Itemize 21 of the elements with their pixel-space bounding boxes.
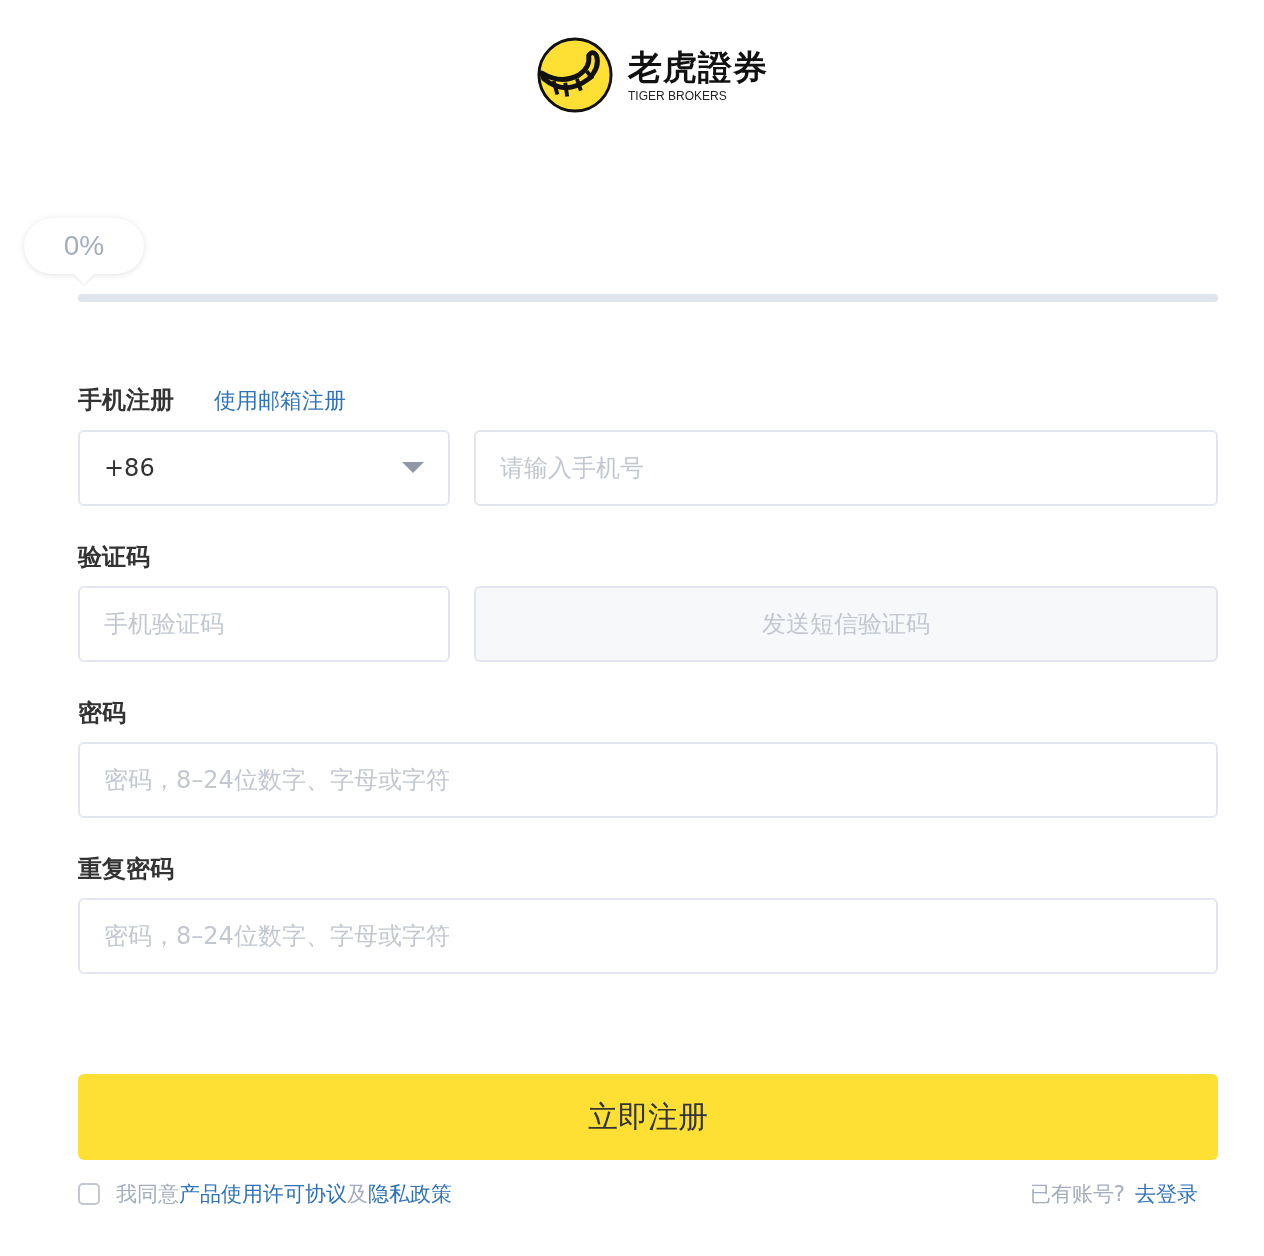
code-input[interactable]: 手机验证码 — [78, 586, 450, 662]
field-label: 密码 — [78, 698, 127, 728]
field-label: 重复密码 — [78, 854, 175, 884]
repeat-password-input[interactable]: 密码，8–24位数字、字母或字符 — [78, 898, 1218, 974]
agreement-checkbox[interactable] — [78, 1183, 100, 1205]
login-link[interactable]: 去登录 — [1135, 1182, 1198, 1206]
caret-icon — [402, 462, 424, 474]
brand-name: 老虎證券 — [628, 47, 768, 87]
field-label: 验证码 — [78, 542, 151, 572]
brand-subtitle: TIGER BROKERS — [628, 89, 728, 103]
password-input[interactable]: 密码，8–24位数字、字母或字符 — [78, 742, 1218, 818]
agreement-text: 我同意产品使用许可协议及隐私政策 — [116, 1181, 452, 1208]
phone-input[interactable]: 请输入手机号 — [474, 430, 1218, 506]
tab[interactable]: 手机注册 — [78, 384, 174, 416]
country-code-select[interactable]: +86 — [78, 430, 450, 506]
tiger-logo-icon — [536, 36, 614, 114]
login-prompt: 已有账号? — [1029, 1182, 1125, 1206]
agreement-link[interactable]: 隐私政策 — [368, 1182, 452, 1206]
register-button[interactable]: 立即注册 — [78, 1074, 1218, 1160]
tab[interactable]: 使用邮箱注册 — [214, 386, 346, 416]
agreement-link[interactable]: 产品使用许可协议 — [179, 1182, 347, 1206]
